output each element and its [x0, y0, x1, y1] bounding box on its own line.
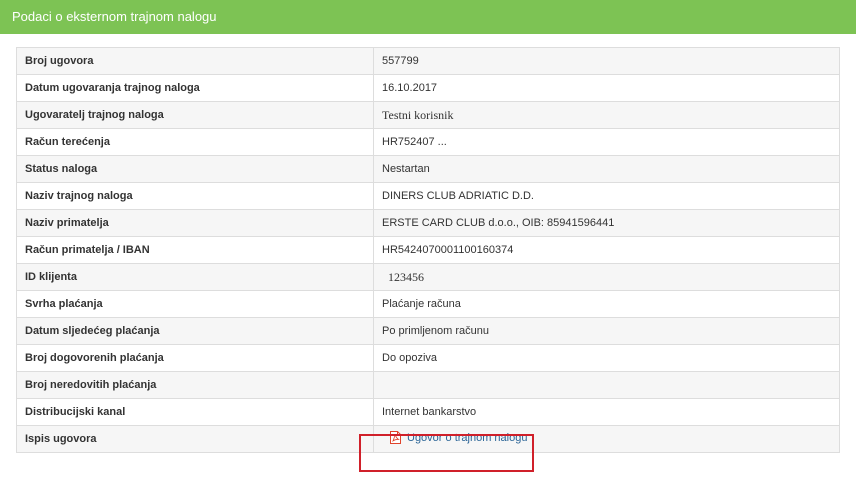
- row-order-name: Naziv trajnog naloga DINERS CLUB ADRIATI…: [16, 182, 840, 210]
- value-recipient-iban: HR5424070001100160374: [373, 236, 840, 264]
- value-next-payment-date: Po primljenom računu: [373, 317, 840, 345]
- row-order-status: Status naloga Nestartan: [16, 155, 840, 183]
- row-distribution-channel: Distribucijski kanal Internet bankarstvo: [16, 398, 840, 426]
- row-debit-account: Račun terećenja HR752407 ...: [16, 128, 840, 156]
- contract-pdf-link[interactable]: Ugovor o trajnom nalogu: [390, 431, 527, 444]
- page-title: Podaci o eksternom trajnom nalogu: [12, 9, 217, 24]
- label-next-payment-date: Datum sljedećeg plaćanja: [16, 317, 374, 345]
- value-agreed-payments: Do opoziva: [373, 344, 840, 372]
- value-recipient-name: ERSTE CARD CLUB d.o.o., OIB: 85941596441: [373, 209, 840, 237]
- value-contract-printout: Ugovor o trajnom nalogu: [373, 425, 840, 453]
- label-contract-date: Datum ugovaranja trajnog naloga: [16, 74, 374, 102]
- row-contract-date: Datum ugovaranja trajnog naloga 16.10.20…: [16, 74, 840, 102]
- value-order-status: Nestartan: [373, 155, 840, 183]
- label-order-status: Status naloga: [16, 155, 374, 183]
- row-next-payment-date: Datum sljedećeg plaćanja Po primljenom r…: [16, 317, 840, 345]
- value-contract-number: 557799: [373, 47, 840, 75]
- row-recipient-iban: Račun primatelja / IBAN HR54240700011001…: [16, 236, 840, 264]
- label-recipient-iban: Račun primatelja / IBAN: [16, 236, 374, 264]
- row-recipient-name: Naziv primatelja ERSTE CARD CLUB d.o.o.,…: [16, 209, 840, 237]
- row-contractor: Ugovaratelj trajnog naloga Testni korisn…: [16, 101, 840, 129]
- value-client-id: 123456: [373, 263, 840, 291]
- row-contract-number: Broj ugovora 557799: [16, 47, 840, 75]
- row-irregular-payments: Broj neredovitih plaćanja: [16, 371, 840, 399]
- row-payment-purpose: Svrha plaćanja Plaćanje računa: [16, 290, 840, 318]
- value-payment-purpose: Plaćanje računa: [373, 290, 840, 318]
- value-debit-account: HR752407 ...: [373, 128, 840, 156]
- value-irregular-payments: [373, 371, 840, 399]
- row-client-id: ID klijenta 123456: [16, 263, 840, 291]
- label-client-id: ID klijenta: [16, 263, 374, 291]
- label-contractor: Ugovaratelj trajnog naloga: [16, 101, 374, 129]
- page-header: Podaci o eksternom trajnom nalogu: [0, 0, 856, 34]
- label-contract-printout: Ispis ugovora: [16, 425, 374, 453]
- row-contract-printout: Ispis ugovora Ugovor o trajnom nalogu: [16, 425, 840, 453]
- row-agreed-payments: Broj dogovorenih plaćanja Do opoziva: [16, 344, 840, 372]
- label-debit-account: Račun terećenja: [16, 128, 374, 156]
- label-irregular-payments: Broj neredovitih plaćanja: [16, 371, 374, 399]
- label-recipient-name: Naziv primatelja: [16, 209, 374, 237]
- details-table: Broj ugovora 557799 Datum ugovaranja tra…: [16, 47, 840, 453]
- value-contractor: Testni korisnik: [373, 101, 840, 129]
- label-agreed-payments: Broj dogovorenih plaćanja: [16, 344, 374, 372]
- label-contract-number: Broj ugovora: [16, 47, 374, 75]
- pdf-icon: [390, 431, 401, 444]
- value-distribution-channel: Internet bankarstvo: [373, 398, 840, 426]
- value-contract-date: 16.10.2017: [373, 74, 840, 102]
- contract-pdf-link-label: Ugovor o trajnom nalogu: [407, 431, 528, 444]
- label-order-name: Naziv trajnog naloga: [16, 182, 374, 210]
- label-distribution-channel: Distribucijski kanal: [16, 398, 374, 426]
- standing-order-details: Broj ugovora 557799 Datum ugovaranja tra…: [16, 47, 840, 453]
- value-order-name: DINERS CLUB ADRIATIC D.D.: [373, 182, 840, 210]
- label-payment-purpose: Svrha plaćanja: [16, 290, 374, 318]
